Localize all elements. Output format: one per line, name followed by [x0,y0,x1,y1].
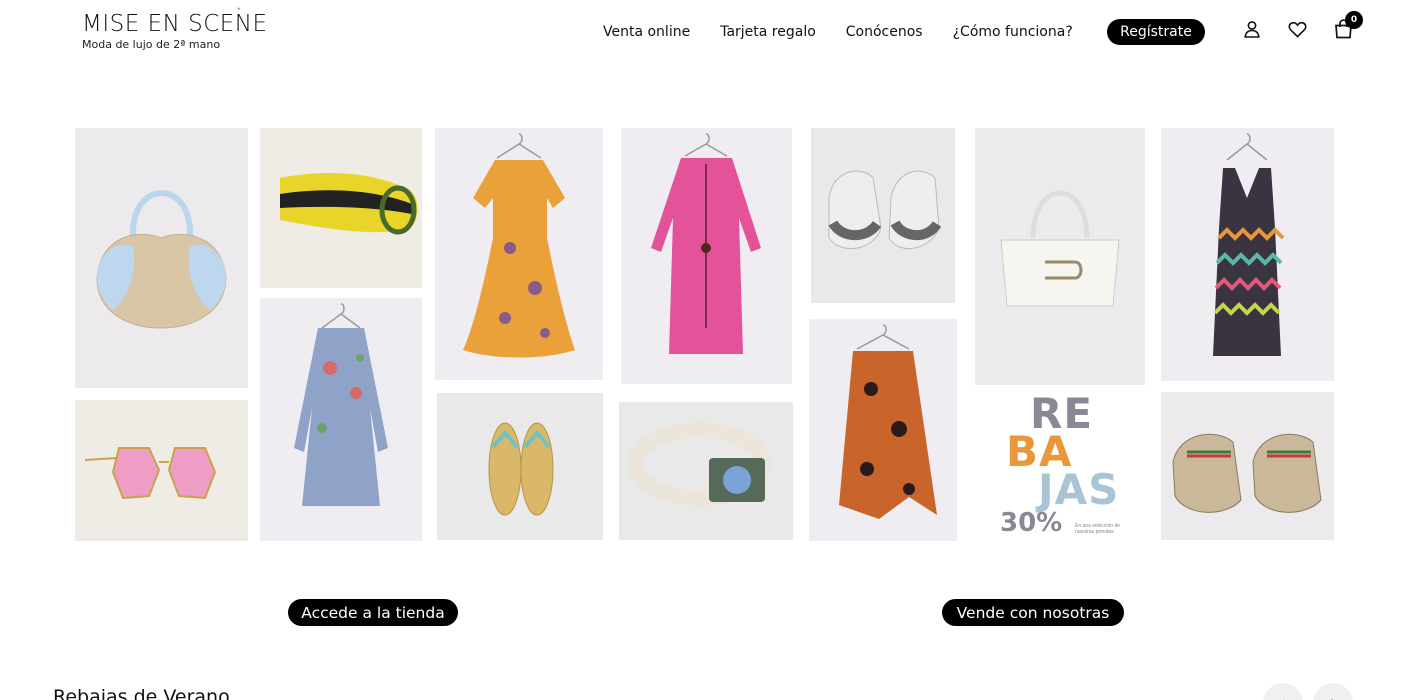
collage-item-dress-orange[interactable] [435,128,603,380]
dress-icon [294,303,388,506]
sunglasses-icon [84,447,217,500]
logo-accent: ` [237,7,241,19]
collage-item-sneakers-gray[interactable] [811,128,955,303]
collage-item-dress-blue[interactable] [260,298,422,541]
logo-tagline: Moda de lujo de 2ª mano [82,38,221,51]
main-nav: Venta online Tarjeta regalo Conócenos ¿C… [603,22,1103,42]
sneaker-icon [1172,433,1322,513]
dress-icon [463,133,575,358]
nav-venta-online[interactable]: Venta online [603,22,690,42]
promo-percent: 30% [1000,508,1063,538]
handbag-icon [96,190,227,329]
collage-item-handbag-white[interactable] [975,128,1145,385]
collage-item-sandals[interactable] [437,393,603,540]
skirt-icon [839,324,937,519]
chevron-left-icon[interactable]: ‹ [1263,683,1303,700]
dress-icon [1213,133,1285,356]
sell-with-us-button[interactable]: Vende con nosotras [942,599,1124,626]
collage-item-skirt-orange[interactable] [809,319,957,541]
site-logo[interactable]: MISE EN SCENE ` Moda de lujo de 2ª mano [82,7,272,54]
promo-rebajas-banner[interactable]: RE BA JAS 30% En una selección de nuestr… [975,390,1145,542]
promo-line-3: JAS [1038,465,1120,514]
promo-fine-print: En una selección de nuestras prendas [1075,523,1121,535]
chevron-right-icon[interactable]: › [1313,683,1353,700]
user-icon[interactable] [1241,18,1263,40]
cart-count-badge: 0 [1345,11,1363,29]
nav-tarjeta-regalo[interactable]: Tarjeta regalo [720,22,816,42]
nav-conocenos[interactable]: Conócenos [846,22,923,42]
dress-icon [651,133,761,354]
sandal-icon [488,422,554,516]
collage-item-dress-zigzag[interactable] [1161,128,1334,381]
handbag-icon [1000,190,1120,307]
heart-icon[interactable] [1286,18,1308,40]
register-button[interactable]: Regístrate [1107,19,1205,45]
nav-como-funciona[interactable]: ¿Cómo funciona? [953,22,1073,42]
shop-access-button[interactable]: Accede a la tienda [288,599,458,626]
collage-item-sneakers-gucci[interactable] [1161,392,1334,540]
collage-item-sunglasses[interactable] [75,400,248,541]
section-title: Rebajas de Verano [53,686,230,700]
collage-item-belt-yellow[interactable] [260,128,422,288]
collage-item-dress-pink[interactable] [621,128,792,384]
collage-item-handbag-beige[interactable] [75,128,248,388]
sneaker-icon [828,170,942,249]
collage-item-belt-white[interactable] [619,402,793,540]
belt-icon [280,173,418,235]
belt-icon [627,422,771,506]
